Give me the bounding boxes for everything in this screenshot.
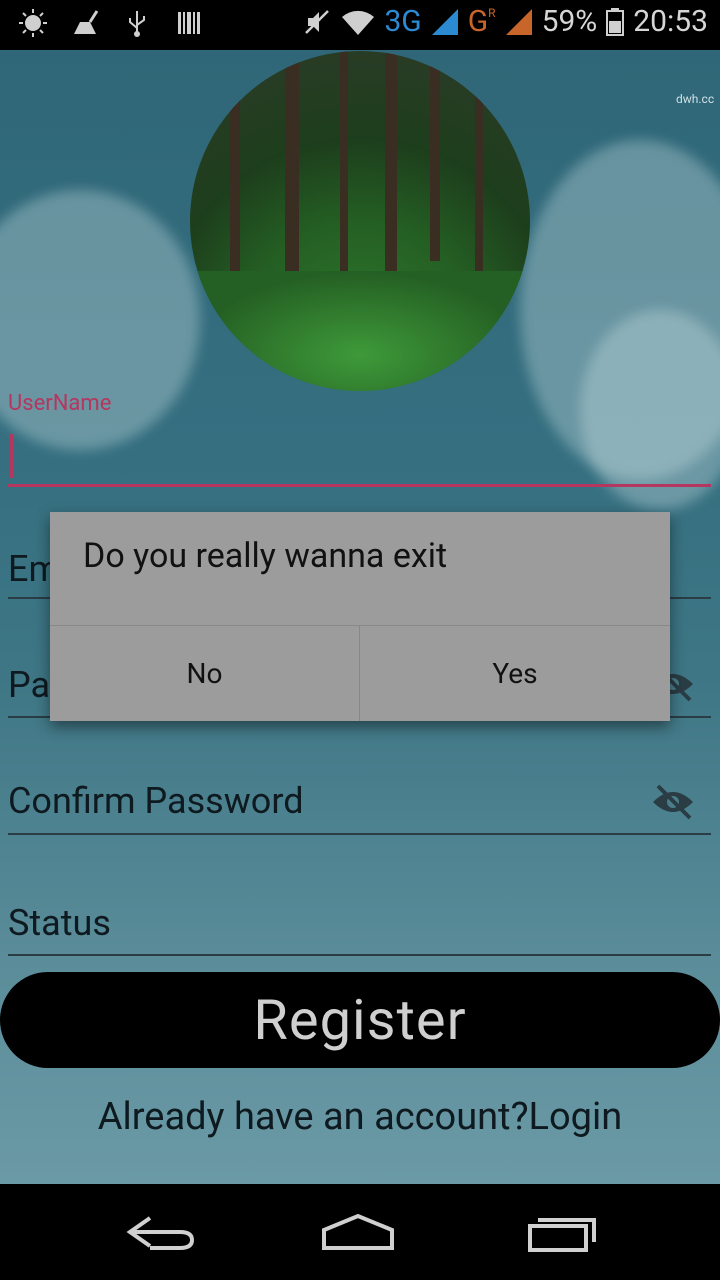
confirm-password-placeholder: Confirm Password — [8, 780, 304, 822]
yes-button[interactable]: Yes — [360, 626, 670, 721]
confirm-password-underline — [8, 833, 711, 835]
cleaner-icon — [74, 10, 99, 34]
battery-percent: 59% — [541, 4, 598, 39]
text-cursor — [10, 434, 13, 478]
network-3g-label: 3G — [384, 4, 422, 39]
status-field[interactable]: Status — [0, 892, 720, 954]
signal-icon — [505, 8, 532, 35]
watermark: dwh.cc — [676, 92, 715, 106]
status-right-icons: 3G G R 59% 20:53 — [302, 4, 708, 39]
roaming-mark: R — [488, 5, 496, 20]
usb-icon — [129, 11, 145, 37]
barcode-icon — [178, 12, 200, 34]
status-placeholder: Status — [8, 902, 111, 944]
username-underline — [8, 484, 711, 487]
mute-icon — [305, 9, 330, 34]
battery-icon — [606, 7, 625, 36]
username-input[interactable] — [8, 430, 711, 486]
confirm-password-field[interactable]: Confirm Password — [0, 770, 720, 840]
recent-apps-icon[interactable] — [520, 1210, 600, 1254]
status-underline — [8, 954, 711, 956]
status-bar: 3G G R 59% 20:53 — [0, 0, 720, 50]
navigation-bar — [0, 1184, 720, 1280]
clock: 20:53 — [633, 4, 708, 39]
username-label: UserName — [8, 391, 112, 416]
back-icon[interactable] — [120, 1210, 200, 1254]
wifi-icon — [342, 10, 375, 35]
network-g-label: G — [467, 4, 489, 39]
home-icon[interactable] — [318, 1210, 398, 1254]
status-left-icons — [18, 8, 204, 38]
signal-icon — [431, 8, 458, 35]
brightness-icon — [19, 9, 47, 37]
login-link[interactable]: Already have an account?Login — [0, 1095, 720, 1139]
no-button[interactable]: No — [50, 626, 359, 721]
visibility-off-icon[interactable] — [650, 782, 696, 822]
register-button[interactable]: Register — [0, 972, 720, 1068]
profile-image[interactable] — [190, 51, 530, 391]
exit-dialog: Do you really wanna exit No Yes — [50, 512, 670, 721]
dialog-message: Do you really wanna exit — [83, 536, 448, 576]
password-placeholder: Pa — [8, 664, 51, 706]
